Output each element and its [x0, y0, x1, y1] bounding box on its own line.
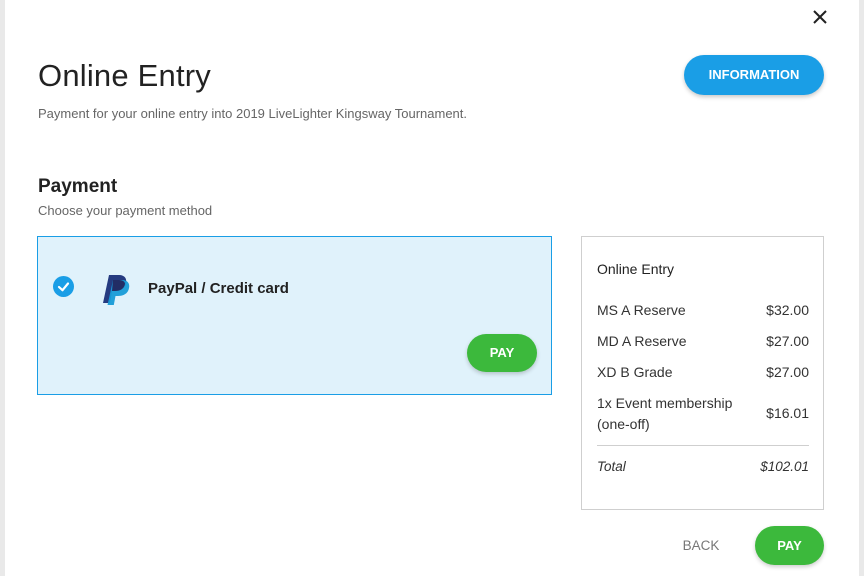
line-item-price: $16.01 — [766, 405, 809, 421]
line-item-price: $27.00 — [766, 333, 809, 349]
payment-subheading: Choose your payment method — [38, 203, 213, 218]
payment-method-label: PayPal / Credit card — [148, 280, 289, 297]
right-edge — [859, 0, 864, 576]
summary-divider — [597, 445, 809, 446]
order-summary: Online Entry MS A Reserve $32.00 MD A Re… — [581, 236, 824, 510]
pay-button[interactable]: PAY — [755, 526, 824, 565]
checkmark-icon — [53, 276, 74, 297]
paypal-icon — [100, 273, 130, 307]
line-item-price: $32.00 — [766, 302, 809, 318]
line-item-price: $27.00 — [766, 364, 809, 380]
line-item-name: MD A Reserve — [597, 333, 687, 349]
page-subtitle: Payment for your online entry into 2019 … — [38, 106, 468, 121]
back-button[interactable]: BACK — [668, 530, 734, 562]
paypal-pay-button[interactable]: PAY — [467, 334, 537, 372]
payment-method-paypal[interactable]: PayPal / Credit card PAY — [37, 236, 552, 395]
information-button[interactable]: INFORMATION — [684, 55, 824, 95]
close-icon[interactable] — [809, 6, 831, 28]
line-item-name: XD B Grade — [597, 364, 673, 380]
online-entry-dialog: Online Entry Payment for your online ent… — [0, 0, 864, 576]
summary-line-item: 1x Event membership (one-off) $16.01 — [597, 393, 809, 435]
line-item-name: MS A Reserve — [597, 302, 686, 318]
total-value: $102.01 — [760, 459, 809, 474]
total-label: Total — [597, 459, 626, 474]
line-item-name: 1x Event membership (one-off) — [597, 395, 733, 432]
page-title: Online Entry — [38, 58, 211, 93]
payment-heading: Payment — [38, 176, 118, 197]
left-edge — [0, 0, 5, 576]
summary-title: Online Entry — [597, 261, 675, 277]
